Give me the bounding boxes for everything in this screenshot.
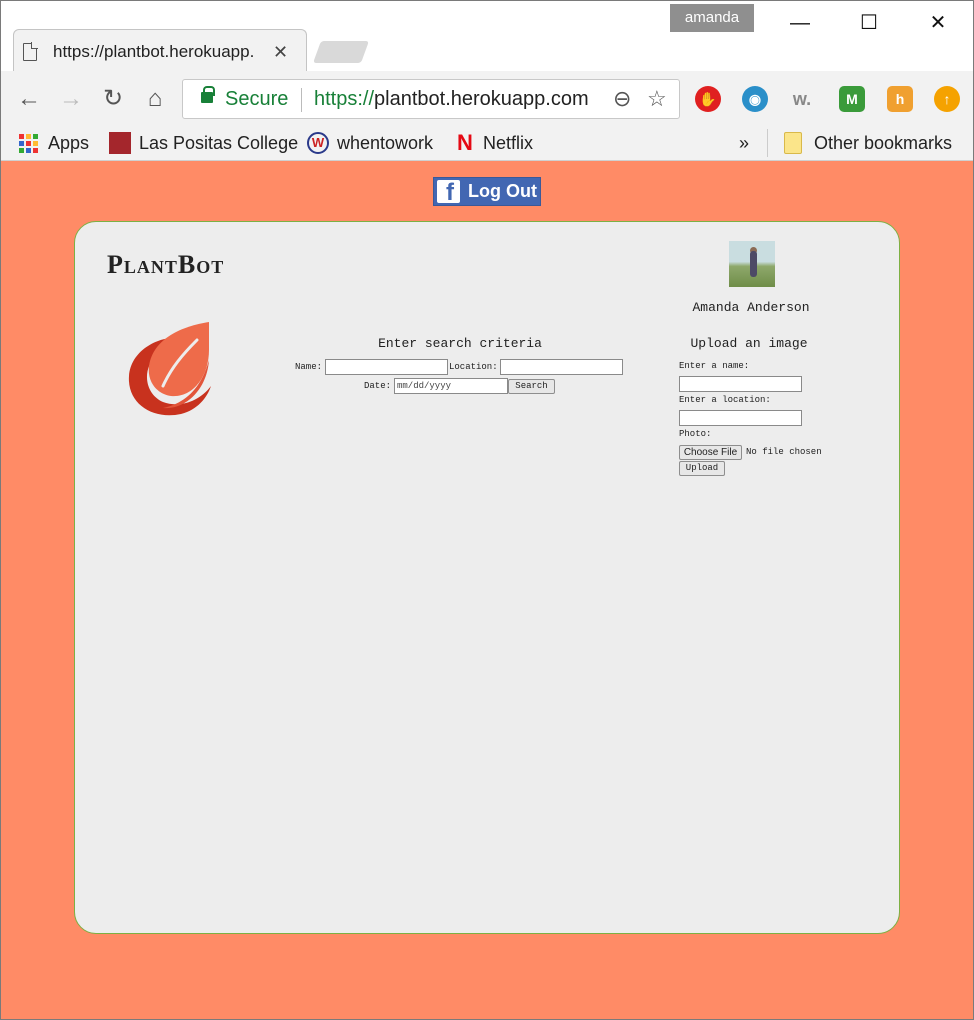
user-name: Amanda Anderson — [692, 300, 810, 315]
search-location-label: Location: — [449, 362, 498, 372]
netflix-icon: N — [457, 130, 473, 155]
forward-icon[interactable]: → — [57, 85, 85, 113]
upload-photo-label: Photo: — [679, 429, 712, 439]
bookmark-apps[interactable]: Apps — [19, 129, 89, 157]
folder-icon — [784, 132, 802, 154]
back-icon[interactable]: ← — [15, 85, 43, 113]
bookmark-whentowork[interactable]: W whentowork — [307, 129, 433, 157]
bookmark-star-icon[interactable]: ☆ — [647, 86, 667, 112]
facebook-icon: f — [437, 180, 460, 203]
upload-location-input[interactable] — [679, 410, 802, 426]
search-heading: Enter search criteria — [378, 336, 542, 351]
search-name-input[interactable] — [325, 359, 448, 375]
no-file-chosen-text: No file chosen — [746, 447, 822, 457]
upload-location-label: Enter a location: — [679, 395, 771, 405]
search-location-input[interactable] — [500, 359, 623, 375]
bookmark-netflix[interactable]: N Netflix — [457, 129, 533, 157]
choose-file-button[interactable]: Choose File — [679, 445, 742, 460]
brand-title: PlantBot — [107, 250, 225, 279]
home-icon[interactable]: ⌂ — [141, 85, 169, 113]
new-tab-button[interactable] — [312, 41, 370, 63]
search-name-label: Name: — [295, 362, 323, 372]
tab-close-icon[interactable]: ✕ — [273, 42, 288, 63]
minimize-icon[interactable]: — — [777, 7, 823, 39]
title-bar: amanda — ☐ ✕ https://plantbot.herokuapp.… — [1, 1, 973, 73]
page-icon — [23, 42, 38, 61]
search-button[interactable]: Search — [508, 379, 555, 394]
other-bookmarks[interactable]: Other bookmarks — [767, 129, 952, 157]
address-divider — [301, 88, 302, 112]
mcafee-extension-icon[interactable]: M — [839, 86, 865, 112]
lock-icon — [201, 86, 215, 103]
tab-title: https://plantbot.herokuapp.com — [53, 42, 253, 61]
browser-toolbar: ← → ↻ ⌂ Secure https://plantbot.herokuap… — [1, 71, 973, 127]
reload-icon[interactable]: ↻ — [99, 85, 127, 113]
address-bar[interactable]: Secure https://plantbot.herokuapp.com ⊖ … — [182, 79, 680, 119]
secure-label: Secure — [225, 88, 289, 110]
search-date-label: Date: — [364, 381, 392, 391]
url-text[interactable]: https://plantbot.herokuapp.com — [314, 88, 606, 111]
upload-button[interactable]: Upload — [679, 461, 725, 476]
plantbot-leaf-logo — [128, 322, 211, 416]
maximize-icon[interactable]: ☐ — [846, 7, 892, 39]
eye-extension-icon[interactable]: ◉ — [742, 86, 768, 112]
adblock-extension-icon[interactable]: ✋ — [695, 86, 721, 112]
main-card: PlantBot Amanda Anderson Enter search cr… — [74, 221, 900, 934]
upload-heading: Upload an image — [690, 336, 808, 351]
upload-name-label: Enter a name: — [679, 361, 750, 371]
honey-extension-icon[interactable]: h — [887, 86, 913, 112]
bookmarks-bar: Apps Las Positas College W whentowork N … — [1, 127, 973, 161]
tab-content[interactable]: https://plantbot.herokuapp.com ✕ — [23, 41, 299, 63]
las-positas-icon — [109, 132, 131, 154]
upload-extension-icon[interactable]: ↑ — [934, 86, 960, 112]
apps-icon — [19, 133, 38, 153]
bookmark-las-positas[interactable]: Las Positas College — [109, 129, 298, 157]
avatar — [729, 241, 775, 287]
facebook-logout-button[interactable]: f Log Out — [433, 177, 541, 206]
close-window-icon[interactable]: ✕ — [915, 7, 961, 39]
search-date-input[interactable]: mm/dd/yyyy — [394, 378, 508, 394]
whentowork-icon: W — [307, 132, 329, 154]
upload-name-input[interactable] — [679, 376, 802, 392]
zoom-icon[interactable]: ⊖ — [613, 86, 631, 112]
w-extension-icon[interactable]: w. — [789, 86, 815, 112]
profile-button[interactable]: amanda — [670, 4, 754, 32]
bookmarks-overflow-button[interactable]: » — [739, 129, 749, 157]
